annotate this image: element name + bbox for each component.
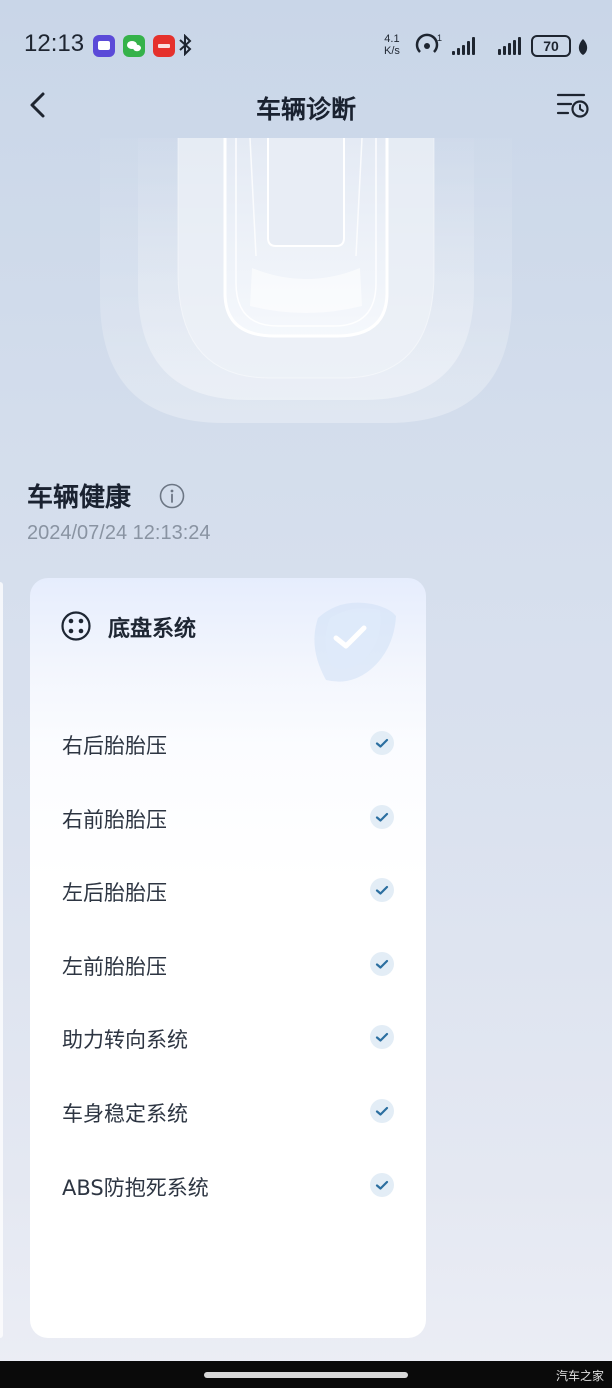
- watermark: 汽车之家: [556, 1369, 605, 1383]
- check-icon: [370, 731, 394, 755]
- leaf-icon: [575, 37, 591, 61]
- bluetooth-icon: [178, 33, 192, 61]
- item-label: 车身稳定系统: [62, 1101, 188, 1126]
- item-label: 左前胎胎压: [62, 954, 167, 979]
- check-item-list: 右后胎胎压 右前胎胎压 左后胎胎压 左前胎胎压 助力转向系统 车身稳定系统 AB…: [30, 708, 426, 1223]
- check-icon: [370, 804, 394, 829]
- list-item: 车身稳定系统: [30, 1076, 426, 1150]
- chat-icon: [93, 35, 115, 57]
- battery-indicator: 70: [531, 35, 571, 57]
- list-item: 助力转向系统: [30, 1002, 426, 1076]
- item-label: 助力转向系统: [62, 1028, 188, 1053]
- home-indicator[interactable]: [204, 1372, 408, 1378]
- signal-icon-2: [498, 37, 521, 55]
- news-icon: [153, 35, 175, 57]
- list-history-icon: [556, 93, 589, 118]
- check-icon: [370, 1098, 394, 1123]
- item-label: 右前胎胎压: [62, 807, 167, 832]
- header: 车辆诊断: [0, 80, 612, 132]
- list-item: 右后胎胎压: [30, 708, 426, 782]
- item-label: 左后胎胎压: [62, 881, 167, 906]
- previous-card-edge[interactable]: [0, 582, 3, 1338]
- check-icon: [370, 878, 394, 903]
- shield-check-icon: [300, 588, 400, 692]
- list-item: 左后胎胎压: [30, 855, 426, 929]
- list-item: 左前胎胎压: [30, 929, 426, 1003]
- check-icon: [370, 1172, 394, 1197]
- check-icon: [370, 1025, 394, 1050]
- system-navbar: 汽车之家: [0, 1361, 612, 1388]
- item-label: ABS防抱死系统: [62, 1175, 209, 1200]
- car-illustration: [100, 137, 512, 438]
- status-time: 12:13: [24, 30, 85, 57]
- diagnosis-timestamp: 2024/07/24 12:13:24: [27, 522, 211, 544]
- hotspot-icon: 1: [414, 33, 444, 61]
- info-icon[interactable]: [159, 483, 185, 513]
- network-speed: 4.1 K/s: [384, 33, 400, 57]
- chassis-icon: [60, 610, 92, 646]
- svg-text:1: 1: [437, 33, 442, 43]
- item-label: 右后胎胎压: [62, 734, 167, 758]
- list-item: 右前胎胎压: [30, 782, 426, 856]
- status-bar: 12:13 4.1 K/s 1 70: [0, 0, 612, 90]
- list-item: ABS防抱死系统: [30, 1150, 426, 1224]
- check-icon: [370, 951, 394, 976]
- history-button[interactable]: [556, 90, 590, 124]
- wechat-icon: [123, 35, 145, 57]
- signal-icon-1: [452, 37, 475, 55]
- card-title: 底盘系统: [108, 617, 197, 642]
- chassis-system-card[interactable]: 底盘系统 右后胎胎压 右前胎胎压 左后胎胎压 左前胎胎压 助力转向系统 车身稳定…: [30, 578, 426, 1338]
- health-title: 车辆健康: [27, 483, 132, 513]
- page-title: 车辆诊断: [255, 95, 356, 124]
